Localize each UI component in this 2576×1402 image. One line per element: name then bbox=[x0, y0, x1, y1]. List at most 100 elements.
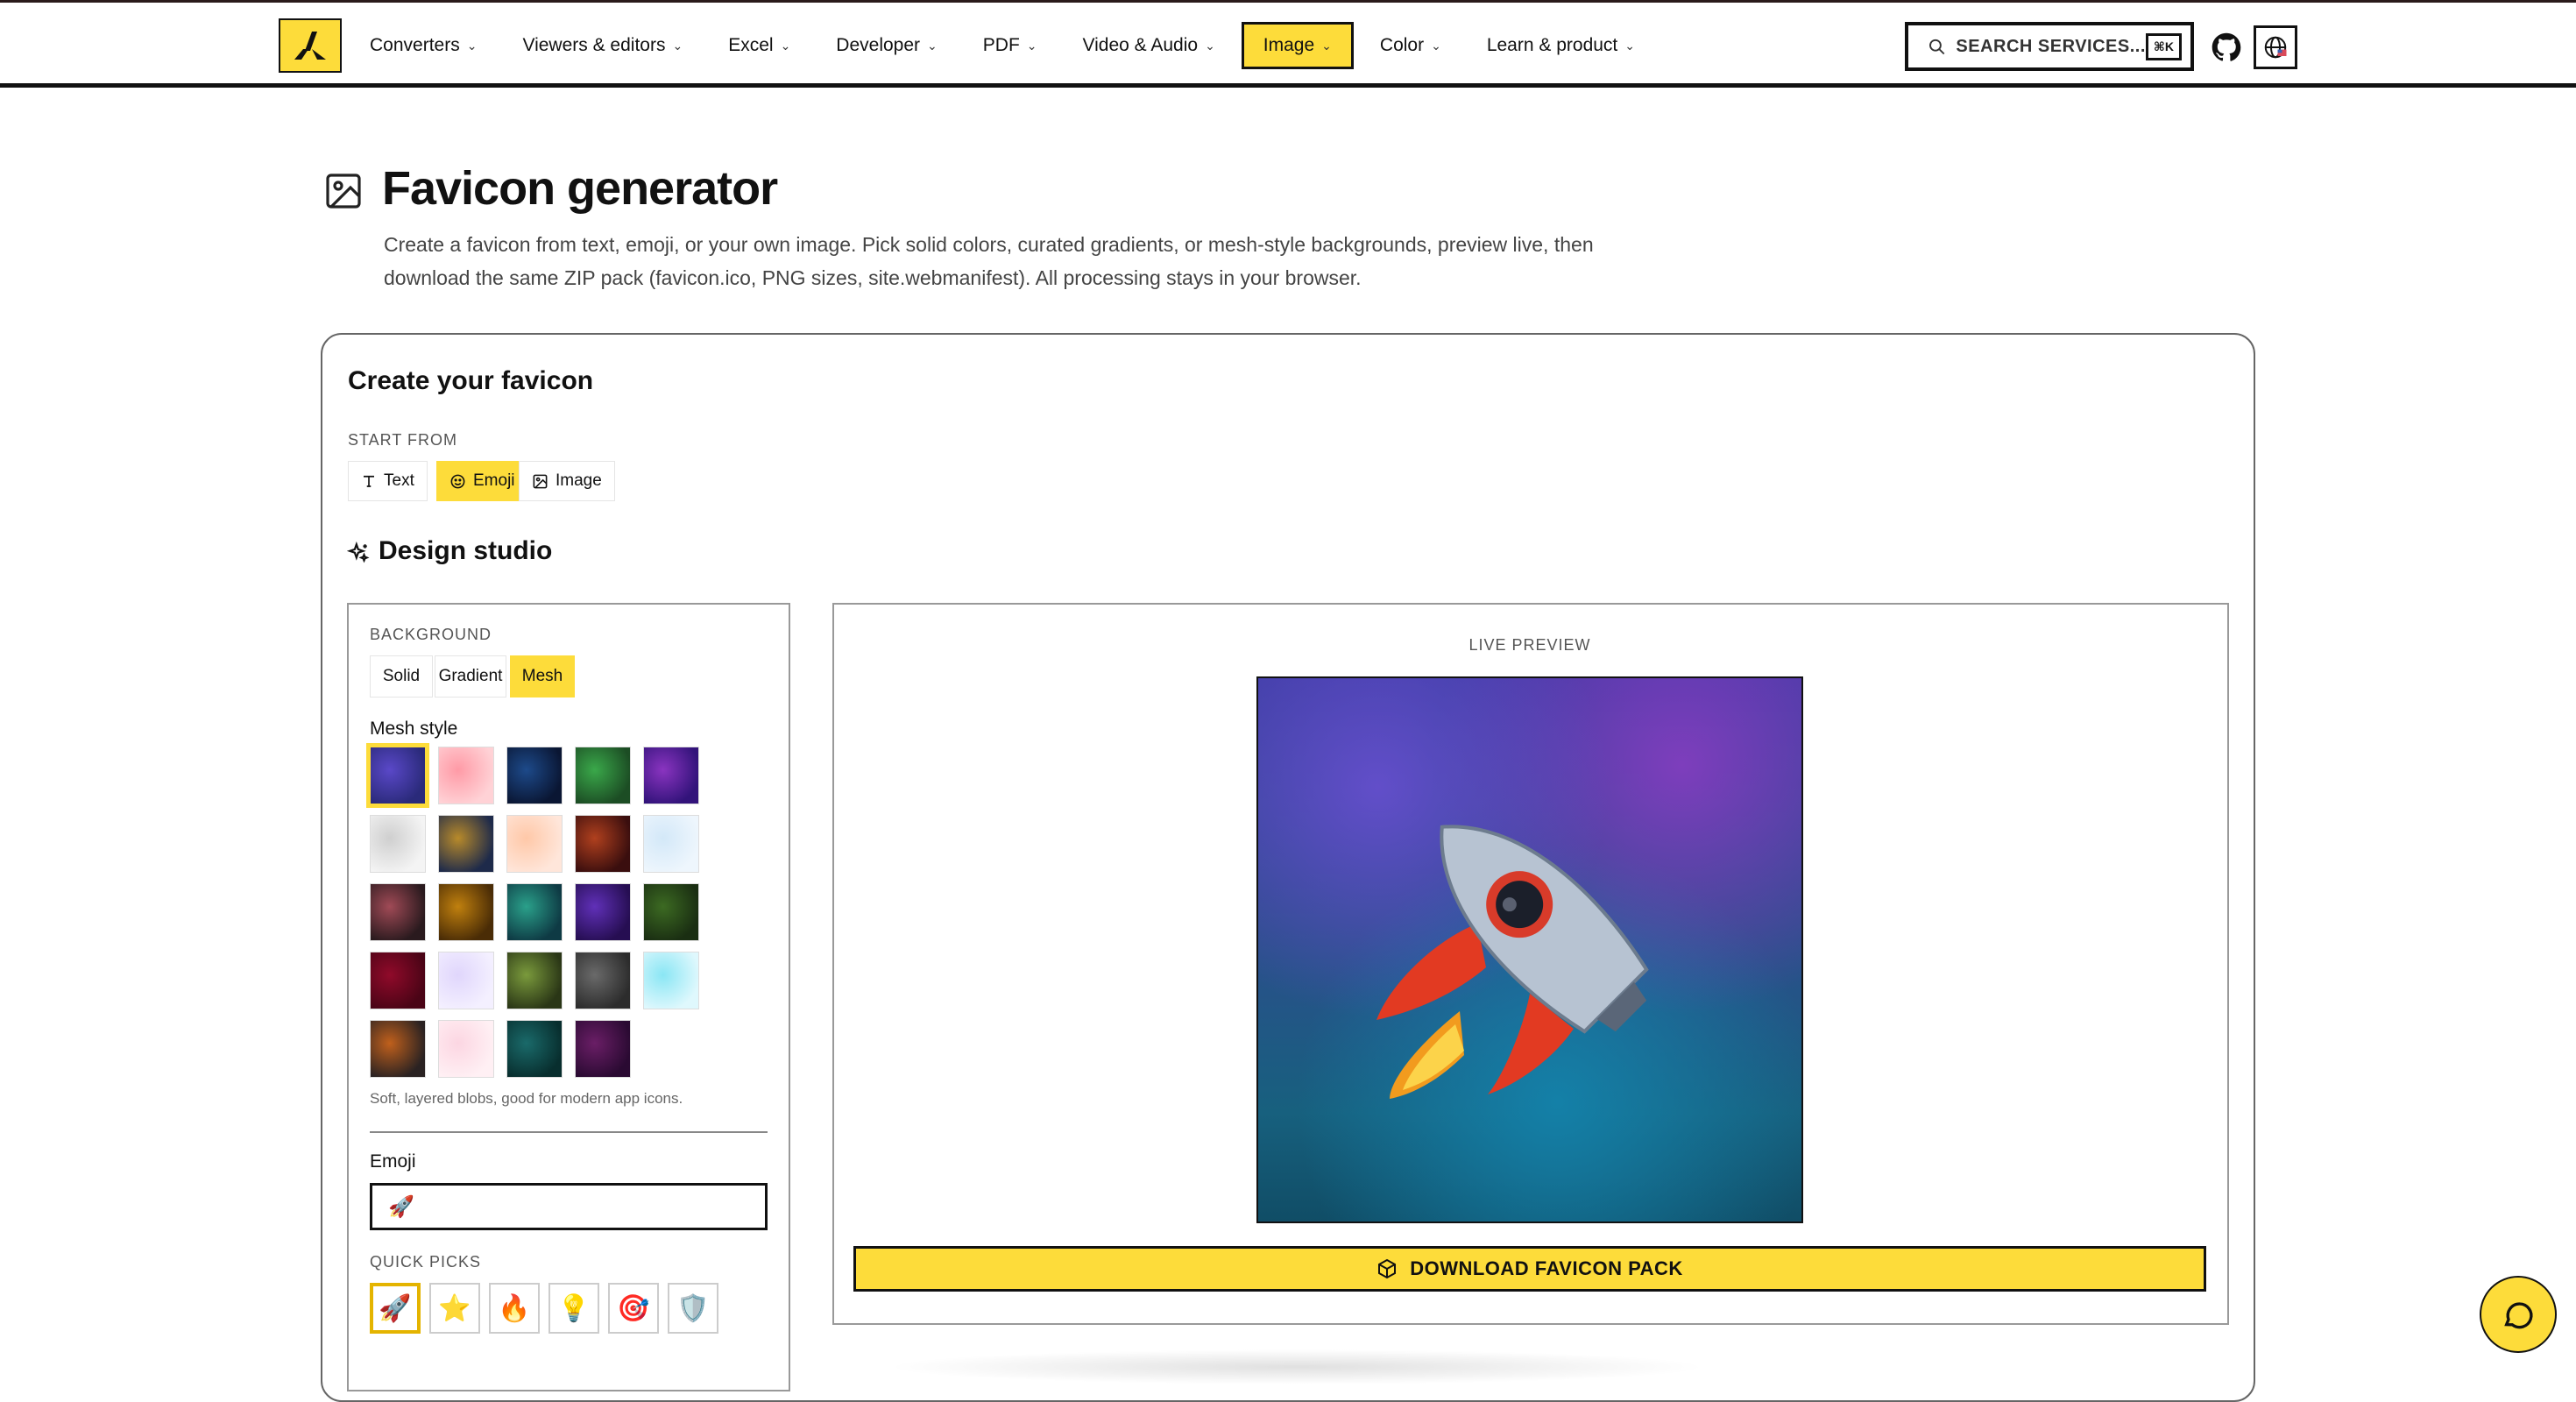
start-option-label: Emoji bbox=[473, 471, 515, 490]
mesh-swatch[interactable] bbox=[438, 747, 494, 804]
nav-item-pdf[interactable]: PDF ⌄ bbox=[964, 22, 1057, 69]
search-icon bbox=[1929, 39, 1945, 55]
start-option-image[interactable]: Image bbox=[519, 461, 615, 501]
chat-button[interactable] bbox=[2480, 1276, 2557, 1353]
background-solid-button[interactable]: Solid bbox=[370, 655, 433, 697]
nav-item-video-audio[interactable]: Video & Audio ⌄ bbox=[1064, 22, 1235, 69]
chevron-down-icon: ⌄ bbox=[1026, 38, 1037, 53]
quick-pick-emoji[interactable]: 🚀 bbox=[370, 1283, 421, 1334]
quick-pick-emoji[interactable]: 🔥 bbox=[489, 1283, 540, 1334]
chevron-down-icon: ⌄ bbox=[1624, 38, 1635, 53]
rocket-emoji-icon bbox=[1376, 825, 1649, 1099]
design-studio-title: Design studio bbox=[379, 536, 553, 565]
background-mesh-button[interactable]: Mesh bbox=[510, 655, 575, 697]
package-icon bbox=[1376, 1258, 1398, 1279]
mesh-swatch[interactable] bbox=[370, 1020, 426, 1078]
nav-item-developer[interactable]: Developer ⌄ bbox=[817, 22, 956, 69]
nav-item-image[interactable]: Image ⌄ bbox=[1241, 22, 1354, 69]
nav-item-label: Color bbox=[1379, 35, 1425, 55]
image-icon bbox=[532, 473, 548, 490]
start-option-emoji[interactable]: Emoji bbox=[436, 461, 528, 501]
top-navigation: Converters ⌄ Viewers & editors ⌄ Excel ⌄ Devel… bbox=[0, 0, 2576, 88]
decorative-shadow bbox=[885, 1349, 1709, 1384]
chevron-down-icon: ⌄ bbox=[1321, 38, 1332, 53]
github-icon[interactable] bbox=[2212, 32, 2241, 62]
nav-item-color[interactable]: Color ⌄ bbox=[1361, 22, 1461, 69]
type-icon bbox=[361, 473, 377, 489]
language-button[interactable] bbox=[2254, 25, 2297, 69]
download-label: DOWNLOAD FAVICON PACK bbox=[1410, 1257, 1683, 1279]
mesh-swatch[interactable] bbox=[438, 952, 494, 1009]
search-services-button[interactable]: SEARCH SERVICES... ⌘K bbox=[1905, 22, 2194, 71]
mesh-swatch[interactable] bbox=[575, 747, 631, 804]
mesh-swatch[interactable] bbox=[506, 883, 563, 941]
nav-item-converters[interactable]: Converters ⌄ bbox=[350, 22, 496, 69]
mesh-swatch[interactable] bbox=[575, 883, 631, 941]
globe-icon bbox=[2264, 36, 2287, 59]
nav-menu: Converters ⌄ Viewers & editors ⌄ Excel ⌄ Devel… bbox=[350, 20, 1661, 71]
mesh-swatch[interactable] bbox=[370, 952, 426, 1009]
quick-pick-emoji[interactable]: 💡 bbox=[548, 1283, 599, 1334]
nav-item-learn-product[interactable]: Learn & product ⌄ bbox=[1468, 22, 1654, 69]
nav-item-label: Video & Audio bbox=[1082, 35, 1199, 55]
chat-bubble-icon bbox=[2504, 1302, 2533, 1329]
mesh-swatch[interactable] bbox=[643, 952, 699, 1009]
emoji-input[interactable]: 🚀 bbox=[370, 1183, 768, 1230]
mesh-swatch[interactable] bbox=[575, 1020, 631, 1078]
mesh-style-label: Mesh style bbox=[370, 719, 458, 739]
chevron-down-icon: ⌄ bbox=[1205, 38, 1215, 53]
sparkles-icon bbox=[347, 542, 370, 563]
chevron-down-icon: ⌄ bbox=[1431, 38, 1441, 53]
background-gradient-button[interactable]: Gradient bbox=[435, 655, 506, 697]
background-label: BACKGROUND bbox=[370, 626, 492, 643]
chevron-down-icon: ⌄ bbox=[927, 38, 938, 53]
mesh-swatch[interactable] bbox=[643, 747, 699, 804]
start-option-label: Text bbox=[384, 471, 414, 490]
mesh-swatch[interactable] bbox=[506, 1020, 563, 1078]
live-preview-label: LIVE PREVIEW bbox=[1468, 636, 1591, 654]
mesh-swatch[interactable] bbox=[438, 1020, 494, 1078]
nav-item-label: Developer bbox=[836, 35, 921, 55]
nav-item-label: Image bbox=[1263, 35, 1315, 55]
nav-item-label: Learn & product bbox=[1486, 35, 1618, 55]
chevron-down-icon: ⌄ bbox=[780, 38, 791, 53]
search-label: SEARCH SERVICES... bbox=[1956, 36, 2146, 56]
quick-pick-emoji[interactable]: 🛡️ bbox=[668, 1283, 718, 1334]
mesh-swatch[interactable] bbox=[506, 747, 563, 804]
mesh-swatch[interactable] bbox=[575, 952, 631, 1009]
nav-item-viewers-editors[interactable]: Viewers & editors ⌄ bbox=[503, 22, 702, 69]
start-option-label: Image bbox=[556, 471, 602, 490]
quick-picks-label: QUICK PICKS bbox=[370, 1253, 482, 1271]
start-option-text[interactable]: Text bbox=[348, 461, 428, 501]
mesh-swatch[interactable] bbox=[643, 815, 699, 873]
mesh-swatch[interactable] bbox=[506, 815, 563, 873]
start-from-label: START FROM bbox=[348, 431, 458, 449]
logo-mark-icon bbox=[294, 32, 326, 60]
image-icon bbox=[326, 173, 361, 209]
divider bbox=[370, 1131, 768, 1133]
emoji-label: Emoji bbox=[370, 1151, 416, 1172]
mesh-swatch[interactable] bbox=[438, 883, 494, 941]
page-description: Create a favicon from text, emoji, or yo… bbox=[384, 233, 1594, 289]
nav-item-label: Excel bbox=[728, 35, 774, 55]
site-logo[interactable] bbox=[279, 18, 342, 73]
mesh-swatch[interactable] bbox=[575, 815, 631, 873]
download-favicon-pack-button[interactable]: DOWNLOAD FAVICON PACK bbox=[853, 1246, 2206, 1292]
nav-item-label: Viewers & editors bbox=[522, 35, 666, 55]
mesh-swatch[interactable] bbox=[643, 883, 699, 941]
quick-pick-emoji[interactable]: ⭐ bbox=[429, 1283, 480, 1334]
mesh-style-note: Soft, layered blobs, good for modern app… bbox=[370, 1090, 683, 1107]
mesh-swatch[interactable] bbox=[366, 743, 429, 808]
smile-icon bbox=[449, 473, 466, 490]
mesh-swatch[interactable] bbox=[506, 952, 563, 1009]
nav-item-label: PDF bbox=[982, 35, 1020, 55]
mesh-swatch[interactable] bbox=[370, 883, 426, 941]
mesh-swatch[interactable] bbox=[438, 815, 494, 873]
mesh-swatch[interactable] bbox=[370, 815, 426, 873]
quick-pick-emoji[interactable]: 🎯 bbox=[608, 1283, 659, 1334]
favicon-preview bbox=[1256, 676, 1803, 1223]
chevron-down-icon: ⌄ bbox=[672, 38, 683, 53]
nav-item-excel[interactable]: Excel ⌄ bbox=[709, 22, 810, 69]
card-title: Create your favicon bbox=[348, 366, 594, 395]
search-shortcut: ⌘K bbox=[2145, 32, 2182, 60]
